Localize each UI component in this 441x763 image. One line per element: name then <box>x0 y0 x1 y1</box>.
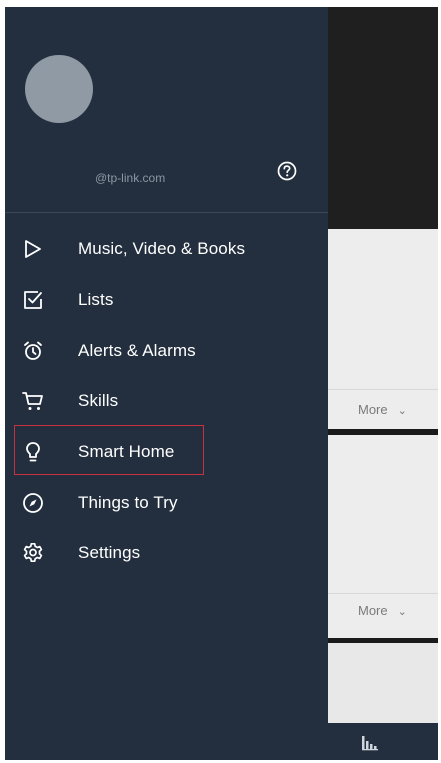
menu-item-things-to-try[interactable]: Things to Try <box>5 482 328 522</box>
cart-icon <box>22 392 43 410</box>
menu-item-label: Music, Video & Books <box>78 239 246 258</box>
card-divider <box>328 593 438 594</box>
account-email: @tp-link.com <box>95 171 166 185</box>
more-label: More <box>358 603 388 618</box>
menu-item-label: Lists <box>78 290 114 309</box>
chevron-down-icon: ⌄ <box>397 606 407 618</box>
menu-item-settings[interactable]: Settings <box>5 532 328 572</box>
chevron-down-icon: ⌄ <box>397 405 407 417</box>
more-dropdown[interactable]: More ⌄ <box>358 603 407 618</box>
background-header <box>328 7 438 229</box>
bottom-nav-bar <box>328 723 438 760</box>
card-divider <box>328 389 438 390</box>
more-label: More <box>358 402 388 417</box>
background-screen: More ⌄ More ⌄ <box>328 7 438 760</box>
help-icon[interactable] <box>276 160 298 182</box>
menu-item-label: Skills <box>78 391 119 410</box>
gear-icon <box>23 542 43 563</box>
drawer-divider <box>5 212 328 213</box>
alarm-clock-icon <box>24 341 42 360</box>
activity-icon[interactable] <box>361 733 381 751</box>
menu-item-lists[interactable]: Lists <box>5 279 328 319</box>
app-frame: More ⌄ More ⌄ @tp-link.com Music, Video … <box>5 7 438 760</box>
play-icon <box>25 240 41 258</box>
menu-item-skills[interactable]: Skills <box>5 380 328 420</box>
navigation-drawer: @tp-link.com Music, Video & Books Lists <box>5 7 328 760</box>
menu-item-label: Things to Try <box>78 493 178 512</box>
highlight-box <box>14 425 204 475</box>
checklist-icon <box>24 291 42 309</box>
background-card <box>328 643 438 723</box>
background-card: More ⌄ <box>328 229 438 429</box>
more-dropdown[interactable]: More ⌄ <box>358 402 407 417</box>
menu-item-label: Settings <box>78 543 141 562</box>
compass-icon <box>23 493 43 513</box>
menu-item-label: Alerts & Alarms <box>78 341 196 360</box>
menu-item-music-video-books[interactable]: Music, Video & Books <box>5 228 328 268</box>
avatar[interactable] <box>25 55 93 123</box>
menu-item-alerts-alarms[interactable]: Alerts & Alarms <box>5 330 328 370</box>
background-card: More ⌄ <box>328 435 438 638</box>
